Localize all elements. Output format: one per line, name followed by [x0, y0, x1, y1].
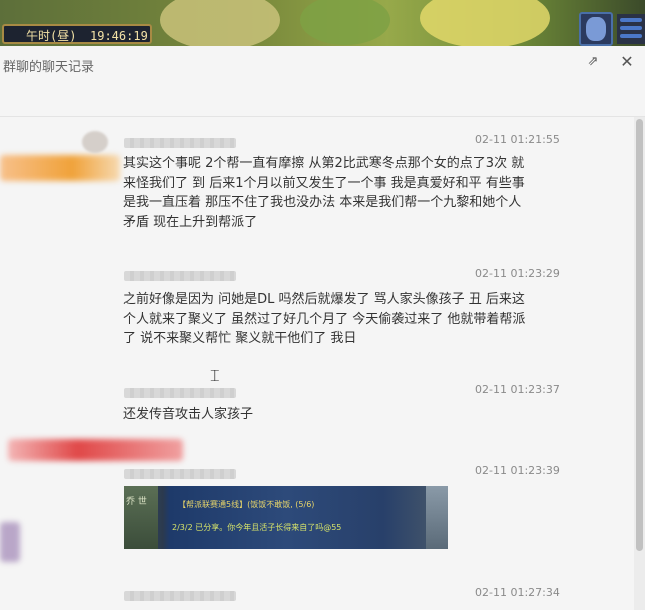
game-time-period: 午时(昼)	[26, 29, 77, 43]
game-clock: 19:46:19	[90, 29, 148, 43]
text-cursor-icon: ⌶	[210, 366, 220, 385]
character-avatar[interactable]	[579, 12, 613, 46]
banner-foliage	[300, 0, 390, 45]
chat-history-window: 群聊的聊天记录 ⇗ ✕ 02-11 01:21:55 其实这个事呢 2个帮一直有…	[0, 46, 645, 610]
game-side-controls[interactable]	[617, 14, 645, 44]
sender-name	[124, 271, 236, 281]
close-icon[interactable]: ✕	[617, 52, 637, 72]
message-time: 02-11 01:27:34	[475, 586, 560, 599]
banner-foliage	[160, 0, 280, 46]
sender-name	[124, 138, 236, 148]
message-time: 02-11 01:21:55	[475, 133, 560, 146]
scroll-thumb[interactable]	[636, 119, 643, 551]
message-time: 02-11 01:23:37	[475, 383, 560, 396]
blurred-overlay	[8, 439, 183, 461]
message-time: 02-11 01:23:29	[475, 267, 560, 280]
avatar	[82, 131, 108, 153]
sender-name	[124, 388, 236, 398]
message-text: 之前好像是因为 问她是DL 吗然后就爆发了 骂人家头像孩子 丑 后来这个人就来了…	[123, 292, 526, 347]
blurred-overlay	[0, 155, 120, 181]
image-caption: 乔 世	[126, 497, 147, 507]
sender-name	[124, 469, 236, 479]
blurred-overlay	[0, 522, 20, 562]
message-text: 其实这个事呢 2个帮一直有摩擦 从第2比武寒冬点那个女的点了3次 就来怪我们了 …	[123, 156, 525, 231]
chat-list[interactable]: 02-11 01:21:55 其实这个事呢 2个帮一直有摩擦 从第2比武寒冬点那…	[0, 117, 645, 610]
chat-scrollbar[interactable]	[634, 117, 645, 610]
screenshot-image[interactable]: 乔 世 【帮派联赛通5线】(饭饭不敢饭, (5/6) 2/3/2 已分享。你今年…	[124, 486, 448, 549]
game-time-display: 午时(昼) 19:46:19	[2, 24, 152, 44]
sender-name	[124, 591, 236, 601]
message-time: 02-11 01:23:39	[475, 464, 560, 477]
game-top-bar: 午时(昼) 19:46:19	[0, 0, 645, 46]
banner-foliage	[420, 0, 550, 46]
image-caption: 2/3/2 已分享。你今年且活子长得来自了吗@55	[172, 523, 342, 532]
message-text: 还发传音攻击人家孩子	[123, 407, 254, 422]
image-side-panel	[426, 486, 448, 549]
pin-icon[interactable]: ⇗	[583, 52, 603, 72]
image-caption: 【帮派联赛通5线】(饭饭不敢饭, (5/6)	[178, 500, 315, 509]
window-title: 群聊的聊天记录	[3, 60, 95, 75]
